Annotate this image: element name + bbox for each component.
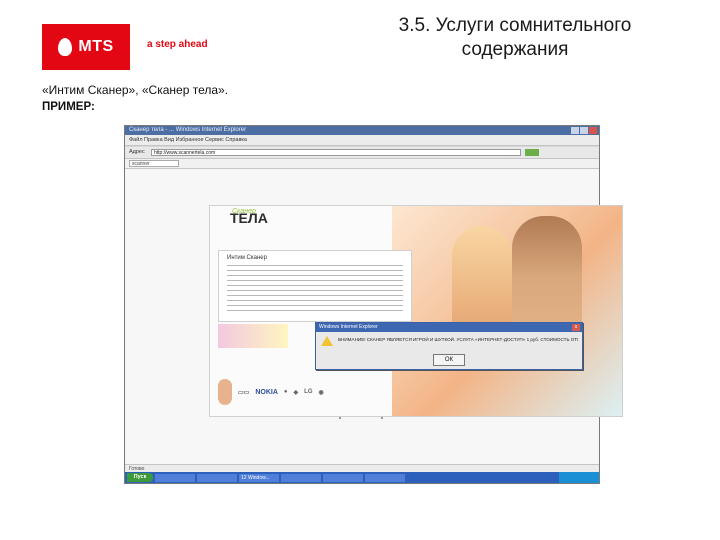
mts-logo: MTS	[42, 24, 130, 70]
decorative-dot	[339, 417, 341, 419]
slide-subtitle: «Интим Сканер», «Сканер тела».	[42, 83, 229, 97]
example-label: ПРИМЕР:	[42, 101, 95, 113]
status-bar: Готово	[125, 464, 599, 472]
partner-logos: ▭▭ NOKIA ● ◆ LG ◉	[218, 376, 448, 408]
dialog-message: ВНИМАНИЕ! СКАНЕР ЯВЛЯЕТСЯ ИГРОЙ И ШУТКОЙ…	[338, 337, 578, 342]
browser-window-title: Сканер тела - ... Windows Internet Explo…	[129, 127, 247, 133]
taskbar-item[interactable]	[197, 473, 237, 482]
start-button[interactable]: Пуск	[127, 473, 153, 482]
model-thumbnail	[218, 379, 232, 405]
nokia-logo: NOKIA	[255, 388, 278, 396]
brand-logo: ▭▭	[238, 389, 250, 396]
close-icon[interactable]: x	[572, 324, 580, 331]
lg-logo: LG	[304, 389, 313, 395]
address-row: Адрес http://www.scannertela.com	[125, 147, 599, 159]
taskbar-item[interactable]: 12 Window...	[239, 473, 279, 482]
website: Сканер ТЕЛА Интим Сканер ▭▭ NOKIA ● ◆ LG…	[209, 205, 623, 417]
taskbar-item[interactable]	[323, 473, 363, 482]
maximize-icon[interactable]	[580, 127, 588, 134]
taskbar-item[interactable]	[365, 473, 405, 482]
go-button[interactable]	[525, 149, 539, 156]
site-banner[interactable]	[218, 324, 288, 348]
browser-viewport: Сканер ТЕЛА Интим Сканер ▭▭ NOKIA ● ◆ LG…	[125, 169, 623, 467]
site-info-panel: Интим Сканер	[218, 250, 412, 322]
dialog-title: Windows Internet Explorer	[316, 323, 582, 332]
alert-dialog: Windows Internet Explorer x ВНИМАНИЕ! СК…	[315, 322, 583, 370]
brand-logo: ◉	[318, 389, 324, 396]
slide-title: 3.5. Услуги сомнительного содержания	[398, 15, 632, 60]
ok-button[interactable]: ОК	[433, 354, 465, 366]
panel-title: Интим Сканер	[227, 255, 267, 261]
apple-icon: ●	[283, 389, 288, 395]
site-logo-text: ТЕЛА	[230, 210, 268, 226]
taskbar-item[interactable]	[281, 473, 321, 482]
address-label: Адрес	[129, 149, 145, 155]
taskbar: Пуск 12 Window...	[125, 472, 599, 483]
site-logo: ТЕЛА	[218, 210, 268, 226]
decorative-dot	[381, 417, 383, 419]
brand-logo: ◆	[293, 389, 299, 396]
address-bar[interactable]: http://www.scannertela.com	[151, 149, 521, 156]
taskbar-item[interactable]	[155, 473, 195, 482]
tab-bar: scanner	[125, 159, 599, 169]
tagline: a step ahead	[147, 39, 208, 50]
browser-menu-bar[interactable]: Файл Правка Вид Избранное Сервис Справка	[125, 135, 599, 146]
panel-text	[227, 265, 403, 315]
window-controls	[571, 127, 597, 134]
logo-text: MTS	[78, 38, 114, 55]
browser-screenshot: Сканер тела - ... Windows Internet Explo…	[124, 125, 623, 484]
system-tray	[559, 472, 599, 483]
warning-icon	[321, 336, 333, 346]
browser-tab[interactable]: scanner	[129, 160, 179, 167]
browser-title-bar: Сканер тела - ... Windows Internet Explo…	[125, 126, 599, 135]
minimize-icon[interactable]	[571, 127, 579, 134]
egg-icon	[58, 38, 73, 56]
close-icon[interactable]	[589, 127, 597, 134]
